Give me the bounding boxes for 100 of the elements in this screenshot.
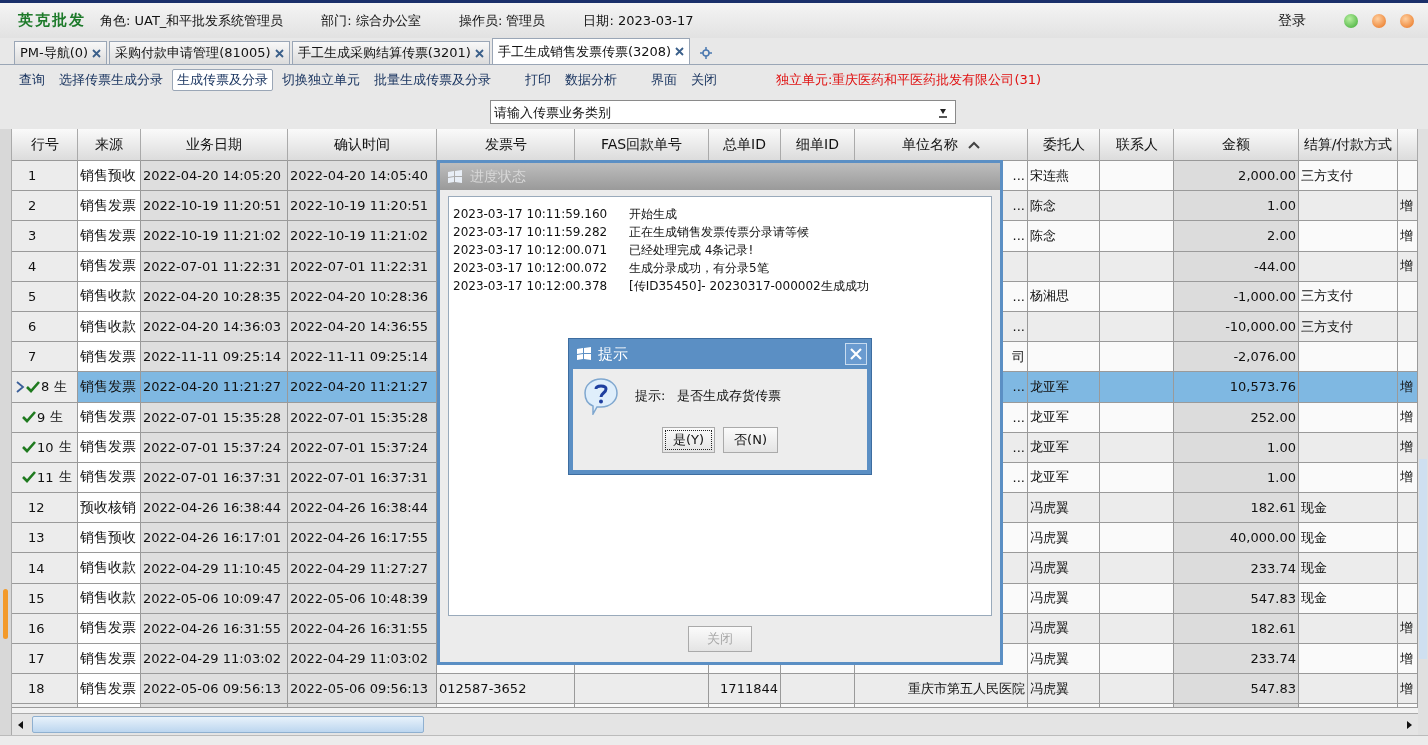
table-cell: 预收核销 (78, 493, 141, 524)
row-number: 10 (37, 439, 54, 455)
tab[interactable]: PM-导航(0) (14, 41, 108, 64)
table-cell: 龙亚军 (1028, 432, 1100, 463)
app-logo: 英克批发 (18, 11, 86, 30)
table-cell: 2022-04-20 11:21:27 (288, 372, 437, 403)
toolbar-button[interactable]: 生成传票及分录 (172, 69, 273, 91)
table-cell: 2022-07-01 11:22:31 (288, 251, 437, 282)
table-cell: 2022-10-19 11:20:51 (288, 191, 437, 222)
column-header[interactable]: 细单ID (781, 129, 855, 161)
table-cell (1398, 523, 1418, 554)
table-cell: 销售发票 (78, 402, 141, 433)
table-cell: 2022-04-29 11:03:02 (288, 644, 437, 675)
table-cell: 销售发票 (78, 613, 141, 644)
log-message: 开始生成 (629, 206, 677, 223)
horizontal-scrollbar[interactable] (12, 713, 1418, 735)
table-cell: 2022-05-06 09:56:13 (288, 674, 437, 705)
table-cell: 增 (1398, 372, 1418, 403)
category-field[interactable]: 请输入传票业务类别 (490, 100, 956, 124)
column-header[interactable]: 委托人 (1028, 129, 1100, 161)
row-number: 6 (27, 319, 37, 335)
table-cell (1398, 583, 1418, 614)
table-cell: 销售收款 (78, 311, 141, 343)
table-cell: 10,573.76 (1174, 372, 1299, 403)
header-info: 日期: 2023-03-17 (583, 11, 694, 30)
column-header[interactable] (1398, 129, 1418, 161)
toolbar-button[interactable]: 界面 (646, 69, 682, 91)
row-number: 12 (27, 500, 45, 516)
table-cell: 陈念 (1028, 191, 1100, 222)
table-cell: 冯虎翼 (1028, 644, 1100, 675)
dialog-button[interactable]: 否(N) (723, 427, 778, 453)
column-header[interactable]: 总单ID (709, 129, 781, 161)
scroll-left-icon[interactable] (16, 719, 26, 730)
table-cell: 2022-04-26 16:17:01 (141, 523, 288, 554)
column-header[interactable]: 来源 (78, 129, 141, 161)
tab[interactable]: 手工生成采购结算传票(3201) (291, 41, 490, 64)
table-cell: 2022-04-26 16:31:55 (288, 613, 437, 644)
sort-icon[interactable] (968, 140, 980, 149)
column-header[interactable]: 联系人 (1100, 129, 1174, 161)
table-cell: 龙亚军 (1028, 402, 1100, 433)
table-cell: 2022-07-01 11:22:31 (141, 251, 288, 282)
table-cell: 2022-07-01 15:37:24 (141, 432, 288, 463)
table-cell: -10,000.00 (1174, 311, 1299, 343)
table-cell: 现金 (1299, 583, 1398, 614)
table-cell: 2,000.00 (1174, 161, 1299, 192)
toolbar-button[interactable]: 切换独立单元 (277, 69, 365, 91)
table-cell: 2022-04-20 14:36:03 (141, 311, 288, 343)
toolbar-button[interactable]: 选择传票生成分录 (54, 69, 168, 91)
scroll-right-icon[interactable] (1404, 719, 1414, 730)
column-header[interactable]: 结算/付款方式 (1299, 129, 1398, 161)
table-cell: 增 (1398, 432, 1418, 463)
table-cell: 销售发票 (78, 674, 141, 705)
add-tab-icon[interactable] (700, 47, 713, 59)
left-scrollbar[interactable] (0, 129, 12, 735)
table-cell: 销售收款 (78, 583, 141, 614)
log-message: 生成分录成功，有分录5笔 (629, 260, 769, 277)
log-time: 2023-03-17 10:11:59.160 (453, 206, 609, 223)
table-cell: 销售收款 (78, 553, 141, 584)
status-text: 生 (54, 377, 68, 396)
row-number: 4 (27, 258, 37, 274)
column-header[interactable]: 确认时间 (288, 129, 437, 161)
table-cell: 2022-10-19 11:21:02 (288, 221, 437, 252)
table-cell: 2022-04-29 11:03:02 (141, 644, 288, 675)
table-cell: 2022-04-20 14:05:20 (141, 161, 288, 192)
table-cell: 233.74 (1174, 553, 1299, 584)
table-cell: 冯虎翼 (1028, 553, 1100, 584)
column-header[interactable]: 单位名称 (855, 129, 1028, 161)
column-header[interactable]: 金额 (1174, 129, 1299, 161)
column-header[interactable]: 行号 (12, 129, 78, 161)
toolbar-button[interactable]: 关闭 (686, 69, 722, 91)
table-cell: -1,000.00 (1174, 281, 1299, 312)
tab[interactable]: 手工生成销售发票传票(3208) (491, 38, 691, 64)
table-cell: 1711844 (709, 674, 781, 705)
table-cell: 三方支付 (1299, 281, 1398, 312)
row-number: 16 (27, 620, 45, 636)
close-button[interactable] (845, 343, 867, 365)
table-cell: 2022-04-26 16:31:55 (141, 613, 288, 644)
table-cell: 2022-07-01 15:35:28 (288, 402, 437, 433)
column-header[interactable]: FAS回款单号 (575, 129, 709, 161)
tab[interactable]: 采购付款申请管理(81005) (109, 41, 290, 64)
unit-label: 独立单元:重庆医药和平医药批发有限公司(31) (776, 71, 1042, 89)
vertical-scrollbar[interactable] (1418, 129, 1428, 735)
table-cell: 龙亚军 (1028, 462, 1100, 494)
toolbar-button[interactable]: 批量生成传票及分录 (369, 69, 496, 91)
toolbar-button[interactable]: 打印 (520, 69, 556, 91)
dialog-button[interactable]: 是(Y) (662, 427, 716, 453)
column-header[interactable]: 业务日期 (141, 129, 288, 161)
prompt-label: 提示: (635, 387, 666, 405)
table-cell: 1.00 (1174, 191, 1299, 222)
row-number: 2 (27, 198, 37, 214)
toolbar-button[interactable]: 数据分析 (560, 69, 622, 91)
login-link[interactable]: 登录 (1278, 11, 1306, 30)
table-cell (1398, 553, 1418, 584)
dialog-title: 提示 (598, 344, 628, 364)
table-cell: 2022-04-20 14:05:40 (288, 161, 437, 192)
row-number: 11 (37, 469, 54, 485)
table-cell: 销售发票 (78, 432, 141, 463)
column-header[interactable]: 发票号 (437, 129, 575, 161)
table-cell: 销售预收 (78, 523, 141, 554)
toolbar-button[interactable]: 查询 (14, 69, 50, 91)
